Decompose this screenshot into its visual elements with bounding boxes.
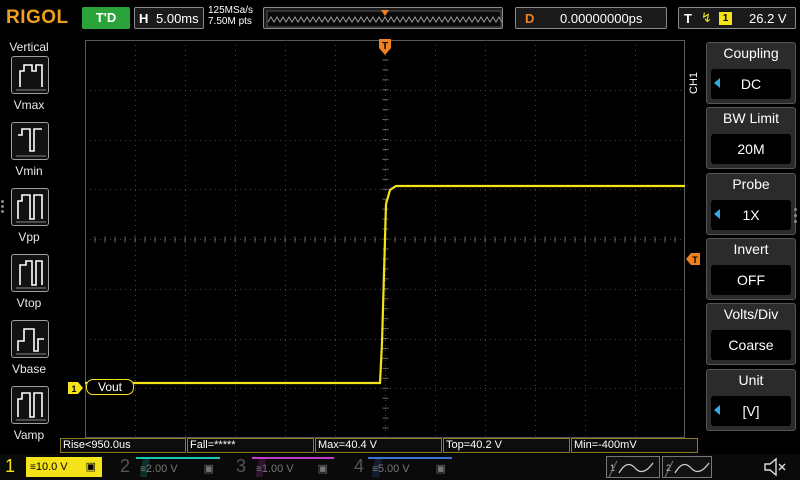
left-arrow-icon [714,78,720,88]
menu-item-title: Invert [733,241,769,257]
vamp-waveform-icon [16,392,46,421]
channel-marker-label: 1 [71,384,76,394]
vpp-waveform-icon [16,194,46,223]
bandwidth-limit-icon: ▣ [203,463,214,475]
bandwidth-limit-icon: ▣ [317,463,328,475]
trigger-key: T [684,11,692,26]
menu-invert-button[interactable]: Invert OFF [706,238,796,300]
menu-item-title: Unit [738,372,764,388]
menu-channel-tag: CH1 [688,71,700,94]
horizontal-key: H [139,11,149,26]
math-2-button[interactable]: 2 [662,456,712,478]
measure-vmin-label: Vmin [15,164,43,178]
measure-vtop-label: Vtop [16,296,42,310]
measurement-rise[interactable]: Rise<950.0us [60,438,186,453]
channel-4-scale[interactable]: ≡5.00 V ▣ [368,457,452,477]
menu-bw-limit-button[interactable]: BW Limit 20M [706,107,796,169]
math-wave-icon [608,460,654,478]
rising-edge-icon: ↯ [701,10,712,25]
measure-vamp-button[interactable] [11,386,49,424]
horizontal-delay-display[interactable]: D 0.00000000ps [515,7,667,29]
right-scroll-indicator-icon [794,205,797,226]
delay-value: 0.00000000ps [560,11,643,26]
menu-item-title: Volts/Div [723,306,779,322]
measurement-fall[interactable]: Fall=***** [187,438,314,453]
memory-depth: 7.50M pts [208,16,252,27]
channel-1-number[interactable]: 1 [5,456,15,477]
measure-vbase-label: Vbase [11,362,47,376]
measure-vpp-button[interactable] [11,188,49,226]
trigger-settings-display[interactable]: T ↯ 1 26.2 V [678,7,796,29]
vmin-waveform-icon [16,128,46,157]
channel-label[interactable]: Vout [86,379,134,395]
measurement-top[interactable]: Top=40.2 V [443,438,570,453]
math-wave-icon [664,460,710,478]
sample-rate: 125MSa/s [208,5,254,16]
measure-vtop-button[interactable] [11,254,49,292]
measure-vmin-button[interactable] [11,122,49,160]
menu-item-title: Probe [732,176,770,192]
memory-overview-strip[interactable] [263,7,503,29]
trigger-level: 26.2 V [749,11,787,26]
trigger-marker-label: T [382,41,388,52]
menu-item-title: Coupling [723,45,779,61]
measure-vpp-label: Vpp [18,230,40,244]
left-arrow-icon [714,209,720,219]
channel-1-scale[interactable]: ≡10.0 V ▣ [26,457,102,477]
channel-4-number[interactable]: 4 [354,456,364,477]
vmax-waveform-icon [16,64,46,91]
channel-3-number[interactable]: 3 [236,456,246,477]
measure-vbase-button[interactable] [11,320,49,358]
menu-volts-div-button[interactable]: Volts/Div Coarse [706,303,796,365]
menu-item-value: OFF [711,265,791,295]
measurement-max[interactable]: Max=40.4 V [315,438,442,453]
trigger-level-marker-icon[interactable]: T [685,252,701,266]
brand-logo: RIGOL [6,7,69,28]
channel-2-number[interactable]: 2 [120,456,130,477]
bandwidth-limit-icon: ▣ [435,463,446,475]
trigger-source-badge: 1 [719,12,732,25]
menu-item-value: [V] [711,396,791,426]
measure-category-title: Vertical [9,40,49,54]
menu-item-value: 20M [711,134,791,164]
channel-2-scale[interactable]: ≡2.00 V ▣ [136,457,220,477]
measure-vmax-button[interactable] [11,56,49,94]
menu-item-value: Coarse [711,330,791,360]
menu-probe-button[interactable]: Probe 1X [706,173,796,235]
vtop-waveform-icon [16,260,46,289]
left-scroll-indicator-icon [1,198,5,215]
channel-scale-value: 1.00 V [261,463,294,475]
menu-item-value: DC [711,69,791,99]
channel-scale-value: 10.0 V [35,461,68,473]
acquisition-info: 125MSa/s 7.50M pts [208,5,253,27]
trigger-position-marker-icon[interactable]: T [378,38,392,56]
math-1-button[interactable]: 1 [606,456,660,478]
bandwidth-limit-icon: ▣ [85,461,96,473]
menu-item-value: 1X [711,200,791,230]
memory-waveform-icon [266,10,503,28]
horizontal-timebase-display[interactable]: H 5.00ms [134,7,204,29]
waveform-grid[interactable] [85,40,685,438]
measure-vamp-label: Vamp [13,428,45,442]
measurement-min[interactable]: Min=-400mV [571,438,698,453]
channel-scale-value: 5.00 V [377,463,410,475]
measure-vmax-label: Vmax [13,98,45,112]
menu-coupling-button[interactable]: Coupling DC [706,42,796,104]
vbase-waveform-icon [16,328,46,355]
channel-3-scale[interactable]: ≡1.00 V ▣ [252,457,334,477]
speaker-mute-icon[interactable] [762,457,788,477]
channel-scale-value: 2.00 V [145,463,178,475]
channel-1-trace [85,184,685,385]
timebase-value: 5.00ms [156,11,199,26]
channel-1-offset-marker-icon[interactable]: 1 [68,381,84,395]
menu-unit-button[interactable]: Unit [V] [706,369,796,431]
delay-key: D [525,11,535,26]
menu-item-title: BW Limit [723,110,779,126]
left-arrow-icon [714,405,720,415]
trigger-status-badge[interactable]: T'D [82,7,130,29]
trigger-level-marker-label: T [692,255,698,265]
